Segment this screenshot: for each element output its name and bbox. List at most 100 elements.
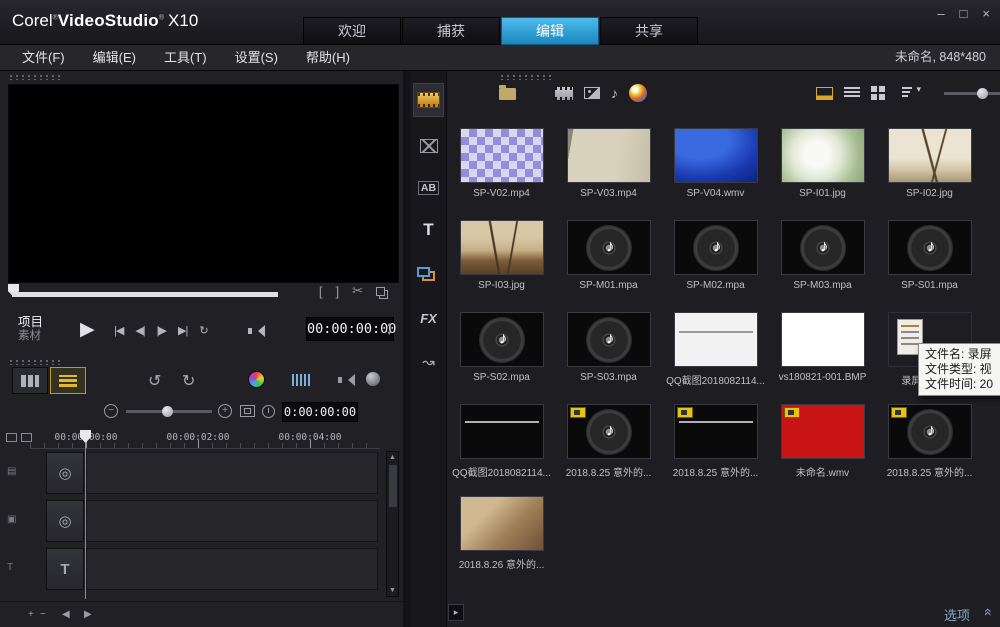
duration-icon[interactable] xyxy=(262,405,275,418)
track-overlay-side-icon[interactable]: ▣ xyxy=(7,514,16,525)
track-overlay-button[interactable]: ◎ xyxy=(46,500,84,542)
library-item-3[interactable]: SP-I01.jpg xyxy=(769,121,876,213)
timeline-drag-handle[interactable] xyxy=(8,359,62,365)
library-item-15[interactable]: QQ截图2018082114... xyxy=(448,397,555,489)
library-item-0[interactable]: SP-V02.mp4 xyxy=(448,121,555,213)
transport-home[interactable]: |◀ xyxy=(114,324,123,337)
zoom-slider-knob[interactable] xyxy=(162,406,173,417)
preview-timecode[interactable]: 00:00:00:00 ▲ ▼ xyxy=(306,317,394,341)
scroll-right-button[interactable]: ▶ xyxy=(84,609,92,620)
enlarge-preview-icon[interactable] xyxy=(376,287,385,296)
filter-video-icon[interactable] xyxy=(555,87,573,100)
library-item-7[interactable]: ♪SP-M02.mpa xyxy=(662,213,769,305)
library-item-18[interactable]: 未命名.wmv xyxy=(769,397,876,489)
track-title-button[interactable]: T xyxy=(46,548,84,590)
import-folder-icon[interactable] xyxy=(499,88,516,100)
gallery-transitions[interactable] xyxy=(413,129,444,163)
sort-icon[interactable] xyxy=(902,87,912,98)
scroll-up-icon[interactable]: ▲ xyxy=(387,454,398,461)
library-item-16[interactable]: ♪2018.8.25 意外的... xyxy=(555,397,662,489)
track-buttons[interactable] xyxy=(6,433,32,442)
redo-button[interactable]: ↻ xyxy=(182,371,195,391)
mixer-knob-icon[interactable] xyxy=(366,372,380,386)
library-item-2[interactable]: SP-V04.wmv xyxy=(662,121,769,213)
library-item-4[interactable]: SP-I02.jpg xyxy=(876,121,983,213)
options-button[interactable]: 选项 xyxy=(944,605,970,624)
menu-file[interactable]: 文件(F) xyxy=(22,45,65,70)
library-drag-handle[interactable] xyxy=(499,74,553,80)
close-button[interactable]: × xyxy=(982,6,990,21)
fit-project-icon[interactable] xyxy=(240,405,255,417)
mode-clip-label[interactable]: 素材 xyxy=(18,329,43,343)
chevrons-up-icon[interactable]: « xyxy=(981,608,997,614)
thumbnail-size-slider[interactable] xyxy=(944,92,1000,95)
scrollbar-thumb[interactable] xyxy=(389,465,397,507)
transport-next-frame[interactable]: |▶ xyxy=(157,324,166,337)
library-item-5[interactable]: SP-I03.jpg xyxy=(448,213,555,305)
color-wheel-icon[interactable] xyxy=(248,371,265,388)
transport-prev-frame[interactable]: ◀| xyxy=(135,324,144,337)
transport-end[interactable]: ▶| xyxy=(178,324,187,337)
menu-settings[interactable]: 设置(S) xyxy=(235,45,278,70)
library-item-1[interactable]: SP-V03.mp4 xyxy=(555,121,662,213)
library-item-9[interactable]: ♪SP-S01.mpa xyxy=(876,213,983,305)
tab-welcome[interactable]: 欢迎 xyxy=(303,17,401,45)
timeline-timecode[interactable]: 0:00:00:00 xyxy=(282,402,358,422)
add-track-button[interactable]: + xyxy=(28,609,34,620)
filter-all-media-icon[interactable] xyxy=(629,84,647,102)
library-item-10[interactable]: ♪SP-S02.mpa xyxy=(448,305,555,397)
scroll-down-icon[interactable]: ▼ xyxy=(387,587,398,594)
filter-audio-icon[interactable]: ♪ xyxy=(611,86,618,100)
spin-down-icon[interactable]: ▼ xyxy=(387,329,391,338)
spin-up-icon[interactable]: ▲ xyxy=(387,320,391,329)
scroll-left-button[interactable]: ◀ xyxy=(62,609,70,620)
preview-scrub-bar[interactable] xyxy=(12,292,278,297)
mode-project-label[interactable]: 项目 xyxy=(18,315,43,329)
menu-edit[interactable]: 编辑(E) xyxy=(93,45,136,70)
library-item-17[interactable]: 2018.8.25 意外的... xyxy=(662,397,769,489)
mark-in-button[interactable]: [ xyxy=(319,284,323,299)
size-slider-knob[interactable] xyxy=(977,88,988,99)
track-video-lane[interactable] xyxy=(86,452,378,494)
menu-help[interactable]: 帮助(H) xyxy=(306,45,350,70)
list-view-icon[interactable] xyxy=(844,87,860,99)
zoom-out-button[interactable]: − xyxy=(104,404,118,418)
tab-edit[interactable]: 编辑 xyxy=(501,17,599,45)
tracks-scrollbar[interactable]: ▲ ▼ xyxy=(386,451,399,597)
remove-track-button[interactable]: − xyxy=(40,609,46,620)
storyboard-view-button[interactable] xyxy=(12,367,48,394)
menu-tools[interactable]: 工具(T) xyxy=(164,45,207,70)
minimize-button[interactable]: – xyxy=(937,6,944,21)
gallery-graphics[interactable] xyxy=(413,257,444,291)
track-title-side-icon[interactable]: T xyxy=(7,562,13,573)
track-video-side-icon[interactable]: ▤ xyxy=(7,466,16,477)
library-item-11[interactable]: ♪SP-S03.mpa xyxy=(555,305,662,397)
track-video-button[interactable]: ◎ xyxy=(46,452,84,494)
library-item-6[interactable]: ♪SP-M01.mpa xyxy=(555,213,662,305)
filter-photo-icon[interactable] xyxy=(584,87,600,99)
timeline-view-button[interactable] xyxy=(50,367,86,394)
library-item-19[interactable]: ♪2018.8.25 意外的... xyxy=(876,397,983,489)
play-button[interactable]: ▶ xyxy=(80,318,95,341)
gallery-motion-path[interactable]: ↝ xyxy=(413,345,444,379)
library-item-20[interactable]: 2018.8.26 意外的... xyxy=(448,489,555,581)
library-item-13[interactable]: vs180821-001.BMP xyxy=(769,305,876,397)
volume-icon[interactable] xyxy=(252,325,265,337)
expand-arrow-button[interactable]: ▸ xyxy=(448,604,464,621)
gallery-ab[interactable]: AB xyxy=(413,171,444,205)
panel-drag-handle[interactable] xyxy=(8,74,62,80)
split-clip-icon[interactable]: ✂ xyxy=(352,283,363,299)
mark-out-button[interactable]: ] xyxy=(335,284,339,299)
track-overlay-lane[interactable] xyxy=(86,500,378,542)
transport-repeat[interactable]: ↻ xyxy=(199,324,207,337)
track-title-lane[interactable] xyxy=(86,548,378,590)
timeline-zoom-slider[interactable] xyxy=(126,410,212,413)
timecode-spinner[interactable]: ▲ ▼ xyxy=(387,320,391,338)
sound-mixer-icon[interactable] xyxy=(292,374,312,386)
tab-capture[interactable]: 捕获 xyxy=(402,17,500,45)
library-item-8[interactable]: ♪SP-M03.mpa xyxy=(769,213,876,305)
undo-button[interactable]: ↺ xyxy=(148,371,161,391)
tab-share[interactable]: 共享 xyxy=(600,17,698,45)
gallery-filters[interactable]: FX xyxy=(413,301,444,335)
maximize-button[interactable]: □ xyxy=(960,6,968,21)
